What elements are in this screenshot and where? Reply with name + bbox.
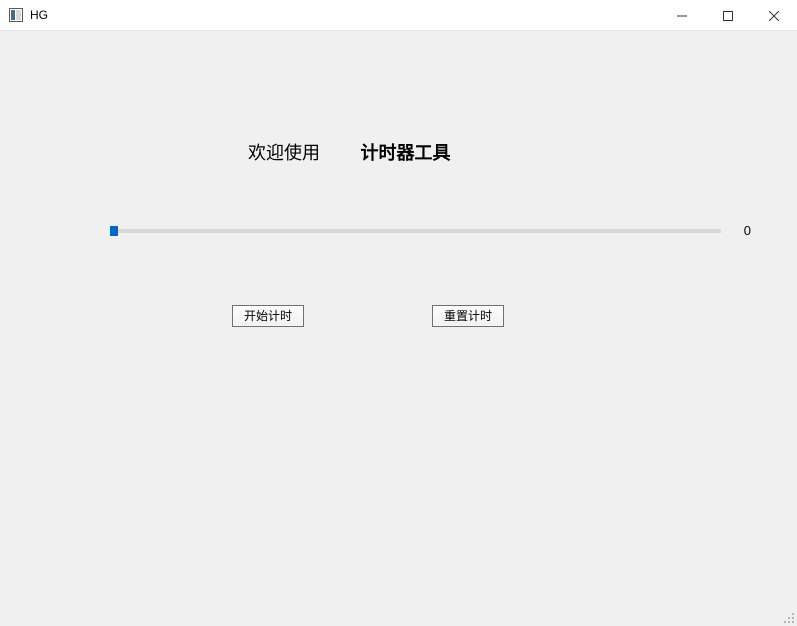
progress-bar xyxy=(110,229,721,233)
progress-value-label: 0 xyxy=(739,223,751,238)
minimize-button[interactable] xyxy=(659,0,705,31)
tool-title-label: 计时器工具 xyxy=(360,143,450,163)
app-icon xyxy=(8,7,24,23)
progress-row: 0 xyxy=(110,223,751,238)
window-title: HG xyxy=(30,8,48,22)
close-button[interactable] xyxy=(751,0,797,31)
welcome-label: 欢迎使用 xyxy=(248,143,320,163)
resize-grip[interactable] xyxy=(781,610,795,624)
heading-row: 欢迎使用 计时器工具 xyxy=(0,139,797,165)
titlebar: HG xyxy=(0,0,797,31)
reset-timer-button[interactable]: 重置计时 xyxy=(432,305,504,327)
start-timer-button[interactable]: 开始计时 xyxy=(232,305,304,327)
window-controls xyxy=(659,0,797,31)
progress-fill xyxy=(110,226,118,236)
maximize-button[interactable] xyxy=(705,0,751,31)
client-area: 欢迎使用 计时器工具 0 开始计时 重置计时 xyxy=(0,31,797,626)
